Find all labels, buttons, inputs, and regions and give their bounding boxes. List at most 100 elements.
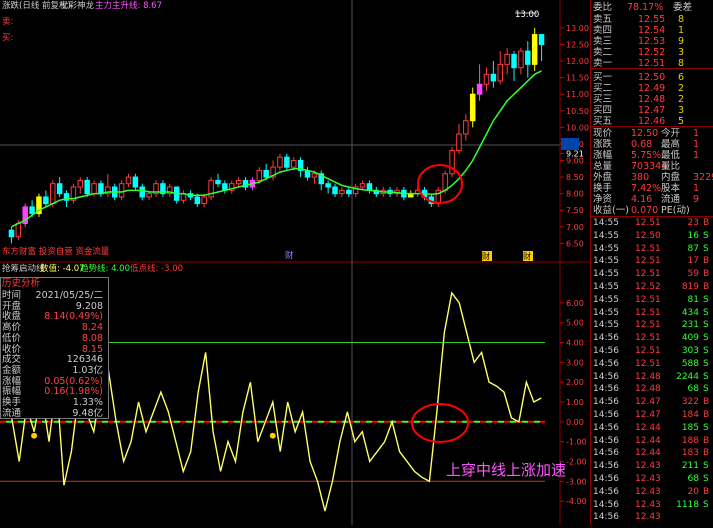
price-axis-label: 10.00 <box>566 123 589 132</box>
bid-level-volume: 3 <box>678 105 685 116</box>
tick-vol: 409 <box>681 333 699 344</box>
tick-side: B <box>703 448 710 459</box>
info-row-label: 金额 <box>2 364 22 376</box>
crosshair-price-tag <box>561 138 579 150</box>
ask-level-volume: 8 <box>678 14 685 25</box>
candle-body <box>290 159 297 168</box>
info-row: 涨幅 0.05(0.62%) <box>1 376 106 387</box>
tick-price: 12.51 <box>635 307 661 318</box>
ma-label: 主力主升线: 8.67 <box>95 0 162 11</box>
tick-vol: 23 <box>687 218 699 228</box>
price-axis-label: 7.00 <box>566 223 584 232</box>
tick-time: 14:55 <box>593 294 619 305</box>
ma-line <box>11 70 542 228</box>
price-axis-label: 10.50 <box>566 107 589 116</box>
tick-price: 12.44 <box>635 422 661 433</box>
tick-price: 12.43 <box>635 512 661 523</box>
tick-time: 14:56 <box>593 435 619 446</box>
osc-axis-label: 2.00 <box>566 378 584 387</box>
osc-axis-label: -2.00 <box>566 457 587 466</box>
tick-row: 14:56 12.51 303 S <box>591 346 713 357</box>
candle-body <box>456 133 462 152</box>
candle-body <box>194 196 201 205</box>
ratio-label: 委比 <box>593 2 613 13</box>
ask-level-volume: 3 <box>678 47 685 58</box>
info-row-label: 涨幅 <box>2 375 22 387</box>
candle-body <box>91 183 97 195</box>
info-row-label: 成交 <box>2 354 22 366</box>
tick-price: 12.43 <box>635 499 661 510</box>
price-axis-label: 12.00 <box>566 57 589 66</box>
osc-low-label: 低点线: -3.00 <box>130 263 183 274</box>
stat-label: 换手 <box>593 183 613 194</box>
ask-level-label: 卖四 <box>593 25 613 36</box>
tick-side: S <box>703 358 709 369</box>
info-row-value: 9.48亿 <box>72 407 103 419</box>
tick-price: 12.51 <box>635 294 661 305</box>
kline-chart-svg: 涨跌(日线 前复权) 七彩神龙 主力主升线: 8.67 卖: 买: 13.00 … <box>0 0 627 525</box>
info-row-value: 1.03亿 <box>72 364 103 376</box>
bid-level-label: 买一 <box>593 72 613 83</box>
stat-label2: 流通 <box>661 194 681 205</box>
stat-value2: 1 <box>693 128 700 139</box>
tick-time: 14:55 <box>593 320 619 331</box>
candle-body <box>235 179 242 185</box>
osc-axis-label: 0.00 <box>566 418 584 427</box>
candlestick-group <box>8 27 545 244</box>
candle-body <box>50 183 56 205</box>
tick-side: S <box>703 320 709 331</box>
tick-row: 14:55 12.51 434 S <box>591 308 713 319</box>
price-axis-label: 9.00 <box>566 156 584 165</box>
candle-body <box>518 50 524 69</box>
tick-price: 12.48 <box>635 371 661 382</box>
tick-price: 12.47 <box>635 410 661 420</box>
indicator-sub-label: 七彩神龙 <box>60 0 95 11</box>
bottom-mid2-label: 财 <box>482 251 490 261</box>
osc-axis-label: 6.00 <box>566 299 584 308</box>
kline-chart-area[interactable]: 涨跌(日线 前复权) 七彩神龙 主力主升线: 8.67 卖: 买: 13.00 … <box>0 0 627 525</box>
tick-time: 14:56 <box>593 486 619 497</box>
tick-vol: 819 <box>681 282 699 292</box>
tick-vol: 68 <box>687 384 699 395</box>
tick-vol: 20 <box>687 486 699 497</box>
info-row: 流通 9.48亿 <box>1 408 106 419</box>
tick-price: 12.51 <box>635 358 661 369</box>
stat-label: 外盘 <box>593 172 613 183</box>
tick-row: 14:56 12.51 588 S <box>591 359 713 370</box>
info-row-value: 8.08 <box>81 332 103 344</box>
tick-row: 14:55 12.52 819 B <box>591 282 713 293</box>
info-row-value: 1.33% <box>72 397 103 408</box>
stat-label2: 最低 <box>661 150 681 161</box>
price-axis-label: 11.00 <box>566 90 589 99</box>
tick-time: 14:56 <box>593 397 619 408</box>
stats-divider <box>591 126 713 127</box>
candle-body <box>469 93 476 122</box>
ask-level-label: 卖二 <box>593 47 613 58</box>
tick-vol: 211 <box>681 461 699 472</box>
ask-level-price: 12.54 <box>638 25 666 36</box>
tick-time: 14:56 <box>593 461 619 472</box>
tick-vol: 59 <box>687 269 699 280</box>
ratio-diff-label: 委差 <box>673 2 693 13</box>
price-axis: 13.0012.5012.0011.5011.0010.5010.009.509… <box>560 24 589 248</box>
ask-level-label: 卖三 <box>593 36 613 47</box>
bottom-mid3-label: 财 <box>523 251 531 261</box>
osc-axis-label: -4.00 <box>566 497 587 506</box>
tick-side: S <box>703 294 709 305</box>
tick-side: B <box>703 435 710 446</box>
stat-value2: 9 <box>693 194 700 205</box>
osc-signal-dot <box>269 432 276 439</box>
info-row-value: 9.208 <box>75 300 103 312</box>
stat-label2: 内盘 <box>661 172 681 183</box>
tick-vol: 434 <box>681 307 699 318</box>
tick-time: 14:55 <box>593 218 619 228</box>
candle-body <box>325 183 331 188</box>
osc-axis-label: -1.00 <box>566 438 587 447</box>
tick-row: 14:56 12.43 <box>591 512 713 523</box>
tick-side: B <box>703 397 710 408</box>
info-row-label: 收盘 <box>2 311 22 323</box>
candle-body <box>98 183 104 195</box>
tick-price: 12.43 <box>635 486 661 497</box>
ask-level-volume: 1 <box>678 25 685 36</box>
tick-price: 12.47 <box>635 397 661 408</box>
